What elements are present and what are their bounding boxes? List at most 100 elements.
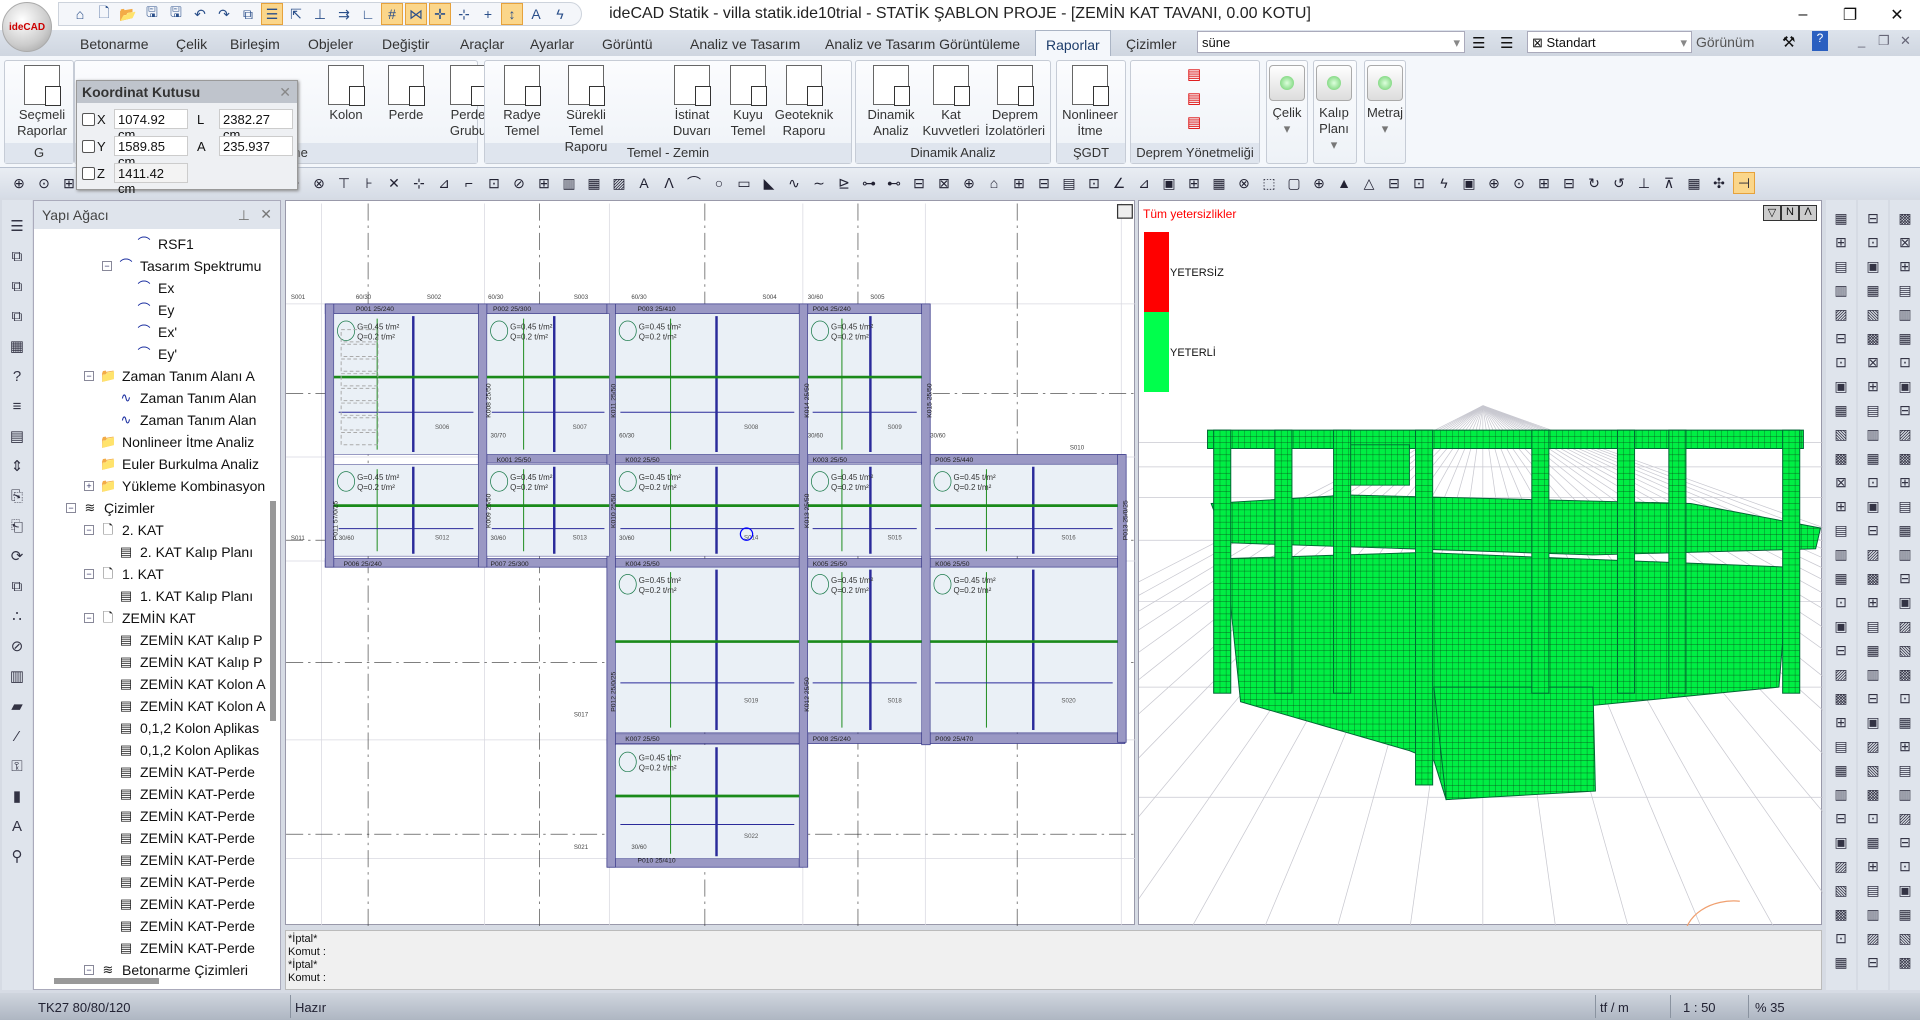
tree-item[interactable]: ∿ Zaman Tanım Alan	[34, 387, 270, 409]
toolbar-tool-icon[interactable]: ∠	[1108, 172, 1130, 194]
toolbar-tool-icon[interactable]: ⊕	[8, 172, 30, 194]
toolbar-tool-icon[interactable]: ⊞	[1183, 172, 1205, 194]
tool-icon[interactable]: ▤	[1861, 400, 1885, 420]
toolbar-tool-icon[interactable]: ∿	[783, 172, 805, 194]
tab-analiz-ve-tasarım-görüntüleme[interactable]: Analiz ve Tasarım Görüntüleme	[817, 34, 1028, 54]
toolbar-tool-icon[interactable]: ⊡	[483, 172, 505, 194]
toolbar-tool-icon[interactable]: ⊕	[1483, 172, 1505, 194]
toolbar-tool-icon[interactable]: ⊣	[1733, 172, 1755, 194]
toolbar-tool-icon[interactable]: ⊞	[533, 172, 555, 194]
tool-icon[interactable]: ▦	[1861, 640, 1885, 660]
tool-icon[interactable]: ▣	[1829, 832, 1853, 852]
tool-icon[interactable]: ▩	[1893, 952, 1917, 972]
ribbon-button-radye-temel[interactable]: Radye Temel	[491, 65, 553, 139]
tree-item[interactable]: ∿ Zaman Tanım Alan	[34, 409, 270, 431]
toolbar-tool-icon[interactable]: ⊞	[1533, 172, 1555, 194]
tab-objeler[interactable]: Objeler	[300, 34, 361, 54]
tool-icon[interactable]: ⊞	[1861, 376, 1885, 396]
tool-icon[interactable]: ⊠	[1829, 472, 1853, 492]
toolbar-tool-icon[interactable]: ⊞	[1008, 172, 1030, 194]
tool-icon[interactable]: ▩	[1861, 328, 1885, 348]
ortho-icon[interactable]: ⊥	[309, 3, 331, 25]
tool-icon[interactable]: ▧	[1893, 640, 1917, 660]
tree-item[interactable]: + 📁 Yükleme Kombinasyon	[34, 475, 270, 497]
toolbar-tool-icon[interactable]: ▦	[1208, 172, 1230, 194]
report-red-icon[interactable]: ▤	[1187, 65, 1201, 83]
tool-icon[interactable]: ▨	[1861, 544, 1885, 564]
tool-icon[interactable]: ▦	[1829, 568, 1853, 588]
tool-icon[interactable]: ▣	[1829, 616, 1853, 636]
tree-item[interactable]: ▤ ZEMİN KAT-Perde	[34, 915, 270, 937]
toolbar-tool-icon[interactable]: ⊥	[1633, 172, 1655, 194]
close-button[interactable]: ✕	[1874, 0, 1920, 30]
binoculars-icon[interactable]: ⚲	[5, 844, 29, 868]
tool-icon[interactable]: ⊟	[1861, 520, 1885, 540]
snap-elevation-icon[interactable]: ↕	[501, 3, 523, 25]
toolbar-tool-icon[interactable]: A	[633, 172, 655, 194]
tool-icon[interactable]: ▥	[1893, 784, 1917, 804]
restore-button[interactable]: ❐	[1827, 0, 1873, 30]
toolbar-tool-icon[interactable]: ○	[708, 172, 730, 194]
toolbar-tool-icon[interactable]: ⊹	[408, 172, 430, 194]
tree-item[interactable]: ▤ ZEMİN KAT-Perde	[34, 783, 270, 805]
tree-item[interactable]: 📁 Euler Burkulma Analiz	[34, 453, 270, 475]
toolbar-tool-icon[interactable]: ⊤	[333, 172, 355, 194]
toolbar-tool-icon[interactable]: ⊟	[1558, 172, 1580, 194]
copy-icon[interactable]: ⎘	[5, 484, 29, 508]
toolbar-tool-icon[interactable]: ⬚	[1258, 172, 1280, 194]
tool-icon[interactable]: ▤	[1861, 880, 1885, 900]
tool-icon[interactable]: ▣	[1893, 592, 1917, 612]
tree-item[interactable]: ▤ ZEMİN KAT-Perde	[34, 893, 270, 915]
tree-item[interactable]: − 🗋 2. KAT	[34, 519, 270, 541]
tree-item[interactable]: ▤ ZEMİN KAT-Perde	[34, 805, 270, 827]
status-scale[interactable]: 1 : 50	[1683, 1000, 1716, 1015]
auto-text-icon[interactable]: A	[5, 814, 29, 838]
level-icon[interactable]: ⇕	[5, 454, 29, 478]
toolbar-tool-icon[interactable]: ᐱ	[658, 172, 680, 194]
tree-item[interactable]: − ≋ Betonarme Çizimleri	[34, 959, 270, 979]
report-icon[interactable]: ▤	[5, 424, 29, 448]
toolbar-tool-icon[interactable]: ↻	[1583, 172, 1605, 194]
ribbon-button-seçmeli-raporlar[interactable]: Seçmeli Raporlar	[11, 65, 73, 139]
tool-icon[interactable]: ⊞	[1893, 472, 1917, 492]
layer-manager-icon[interactable]: ☰	[1472, 34, 1485, 52]
toolbar-tool-icon[interactable]: ⊙	[33, 172, 55, 194]
tool-icon[interactable]: ▩	[1893, 664, 1917, 684]
tool-icon[interactable]: ▣	[1861, 496, 1885, 516]
toolbar-tool-icon[interactable]: ⊡	[1083, 172, 1105, 194]
filter-view-button[interactable]: ▽	[1763, 205, 1781, 221]
tree-vertical-scrollbar[interactable]	[270, 501, 276, 721]
tool-icon[interactable]: ⊡	[1861, 472, 1885, 492]
tool-icon[interactable]: ▩	[1893, 448, 1917, 468]
home-icon[interactable]: ⌂	[69, 3, 91, 25]
hatch-icon[interactable]: ⊘	[5, 634, 29, 658]
collapse-icon[interactable]: −	[84, 965, 94, 975]
tool-icon[interactable]: ⊞	[1829, 232, 1853, 252]
toolbar-tool-icon[interactable]: ↺	[1608, 172, 1630, 194]
toolbar-tool-icon[interactable]: ⊗	[1233, 172, 1255, 194]
tool-icon[interactable]: ▨	[1893, 616, 1917, 636]
tree-item[interactable]: ▤ 1. KAT Kalıp Planı	[34, 585, 270, 607]
tree-item[interactable]: ▤ ZEMİN KAT-Perde	[34, 761, 270, 783]
view-up-button[interactable]	[1116, 204, 1133, 219]
tool-icon[interactable]: ▨	[1893, 808, 1917, 828]
toolbar-tool-icon[interactable]: ⊠	[933, 172, 955, 194]
tool-icon[interactable]: ⊞	[1829, 712, 1853, 732]
y-lock-checkbox[interactable]	[82, 140, 95, 153]
tool-icon[interactable]: ⊟	[1861, 952, 1885, 972]
toolbar-tool-icon[interactable]: ▭	[733, 172, 755, 194]
tool-icon[interactable]: ▨	[1893, 424, 1917, 444]
tree-item[interactable]: ⌒ Ey'	[34, 343, 270, 365]
tool-icon[interactable]: ⊡	[1829, 352, 1853, 372]
toolbar-tool-icon[interactable]: ⊿	[433, 172, 455, 194]
duplicate-icon[interactable]: ⧉	[5, 574, 29, 598]
tool-icon[interactable]: ▨	[1861, 928, 1885, 948]
ribbon-button-kolon[interactable]: Kolon	[315, 65, 377, 123]
tool-icon[interactable]: ▦	[1861, 832, 1885, 852]
toolbar-tool-icon[interactable]: ∼	[808, 172, 830, 194]
tab-betonarme[interactable]: Betonarme	[72, 34, 156, 54]
tool-icon[interactable]: ▥	[1861, 424, 1885, 444]
toolbar-tool-icon[interactable]: ⊕	[1308, 172, 1330, 194]
tool-icon[interactable]: ▥	[1861, 904, 1885, 924]
toolbar-tool-icon[interactable]: ▨	[608, 172, 630, 194]
